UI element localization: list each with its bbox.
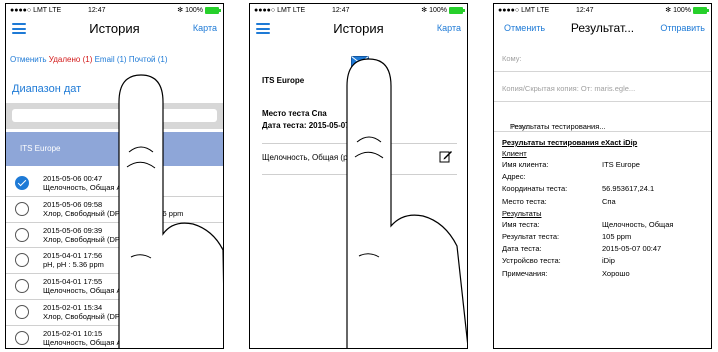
cc-field[interactable]: Копия/Скрытая копия: От: maris.egle... (494, 76, 711, 102)
radio-icon[interactable] (15, 201, 29, 216)
radio-icon[interactable] (15, 227, 29, 242)
status-bar: ●●●●○ LMT LTE 12:47 ✻ 100% (494, 4, 711, 18)
search-input[interactable] (12, 109, 217, 122)
page-title: История (89, 21, 140, 36)
battery-icon (693, 6, 709, 14)
to-placeholder: Кому: (502, 54, 522, 63)
item-date: 2015-05-06 00:47 (43, 174, 103, 183)
battery-icon (449, 6, 465, 14)
radio-icon[interactable] (15, 330, 29, 345)
battery-status: ✻ 100% (177, 6, 221, 14)
cc-placeholder: Копия/Скрытая копия: От: maris.egle... (502, 84, 636, 93)
email-filter[interactable]: Email (1) (95, 55, 127, 64)
battery-percent: 100% (185, 6, 203, 14)
report-row: Координаты теста: 56.953617,24.1 (502, 184, 655, 194)
subject-value: Результаты тестирования... (510, 122, 606, 131)
report-row: Имя клиента: ITS Europe (502, 160, 640, 169)
bluetooth-icon: ✻ (665, 7, 672, 14)
report-row: Результат теста: 105 ppm (502, 231, 632, 241)
test-name: Щелочность, Общая (ppm) (262, 153, 362, 162)
battery-percent: 100% (429, 6, 447, 14)
report-row: Устройсво теста: iDip (502, 256, 615, 266)
item-desc: Хлор, Свободный (DPD-1) CL : 0.60 ppm (43, 311, 184, 321)
list-item[interactable]: 2015-02-01 15:34 Хлор, Свободный (DPD-1)… (6, 300, 223, 326)
mail-filter[interactable]: Почтой (1) (129, 55, 168, 64)
item-desc: Хлор, Свободный (DPD-1) CL : 0.51 ppm (43, 234, 184, 244)
carrier-label: ●●●●○ LMT LTE (254, 7, 306, 14)
item-desc: Щелочность, Общая AL : 105 ppm (43, 183, 161, 192)
item-date: 2015-05-06 09:39 (43, 225, 103, 235)
bluetooth-icon: ✻ (177, 7, 184, 14)
battery-status: ✻ 100% (665, 6, 709, 14)
nav-bar: История Карта (6, 18, 223, 40)
item-desc: pH, pH : 5.36 ppm (43, 260, 104, 270)
carrier-label: ●●●●○ LMT LTE (498, 7, 550, 14)
test-place: Место теста Спа (262, 109, 327, 118)
subject-field[interactable]: Тема: Результаты тестирования... (494, 106, 711, 132)
history-list: 2015-05-06 00:47 Щелочность, Общая AL : … (6, 171, 223, 348)
battery-icon (205, 6, 221, 14)
battery-percent: 100% (673, 6, 691, 14)
tap-finger-icon (346, 58, 467, 348)
battery-status: ✻ 100% (421, 6, 465, 14)
date-range-button[interactable]: Диапазон дат (12, 83, 81, 95)
edit-icon[interactable] (439, 149, 453, 163)
email-compose-screen: ●●●●○ LMT LTE 12:47 ✻ 100% Отменить Резу… (493, 3, 712, 349)
item-desc: Щелочность, Общая AL : 63 ppm (43, 337, 157, 347)
history-screen: ●●●●○ LMT LTE 12:47 ✻ 100% История Карта… (5, 3, 224, 349)
status-bar: ●●●●○ LMT LTE 12:47 ✻ 100% (6, 4, 223, 18)
item-date: 2015-04-01 17:56 (43, 251, 103, 261)
email-body[interactable]: Результаты тестирования eXact iDip Клиен… (502, 138, 708, 280)
list-item[interactable]: 2015-05-06 09:39 Хлор, Свободный (DPD-1)… (6, 223, 223, 249)
divider (262, 174, 457, 175)
list-item[interactable]: 2015-04-01 17:56 pH, pH : 5.36 ppm (6, 248, 223, 275)
radio-checked-icon[interactable] (15, 176, 29, 190)
report-row: Место теста: Спа (502, 196, 616, 206)
list-item[interactable]: 2015-02-01 10:15 Щелочность, Общая AL : … (6, 326, 223, 348)
page-title: История (333, 21, 384, 36)
report-row: Адрес: (502, 172, 526, 182)
report-title: Результаты тестирования eXact iDip (502, 138, 638, 147)
map-button[interactable]: Карта (193, 23, 217, 33)
item-desc: Хлор, Свободный (DPD-1) CL : 5.36 ppm (43, 208, 184, 218)
results-section-heading: Результаты (502, 208, 542, 218)
client-name: ITS Europe (262, 76, 305, 85)
carrier-label: ●●●●○ LMT LTE (10, 7, 62, 14)
item-desc: Щелочность, Общая AL : 0 ppm (43, 286, 153, 296)
email-icon[interactable] (351, 56, 369, 68)
filter-bar: Отменить Удалено (1) Email (1) Почтой (1… (10, 55, 168, 64)
list-item[interactable]: 2015-05-06 00:47 Щелочность, Общая AL : … (6, 171, 223, 197)
clock: 12:47 (576, 7, 594, 14)
item-date: 2015-02-01 15:34 (43, 302, 103, 312)
to-field[interactable]: Кому: (494, 46, 711, 72)
deleted-filter[interactable]: Удалено (1) (49, 55, 93, 64)
group-label: ITS Europe (20, 144, 61, 153)
test-date: Дата теста: 2015-05-07 (262, 121, 350, 130)
radio-icon[interactable] (15, 304, 29, 319)
item-date: 2015-05-06 09:58 (43, 199, 103, 209)
report-row: Примечания: Хорошо (502, 268, 630, 278)
radio-icon[interactable] (15, 253, 29, 268)
cancel-filter-button[interactable]: Отменить (10, 55, 47, 64)
nav-bar: Отменить Результат... Отправить (494, 18, 711, 40)
send-button[interactable]: Отправить (660, 23, 705, 33)
status-bar: ●●●●○ LMT LTE 12:47 ✻ 100% (250, 4, 467, 18)
report-row: Имя теста: Щелочность, Общая (502, 219, 674, 229)
report-row: Дата теста: 2015-05-07 00:47 (502, 244, 662, 254)
client-section-heading: Клиент (502, 149, 527, 158)
nav-bar: История Карта (250, 18, 467, 40)
search-bar (6, 103, 223, 129)
map-button[interactable]: Карта (437, 23, 461, 33)
divider (262, 143, 457, 144)
item-date: 2015-02-01 10:15 (43, 328, 103, 338)
clock: 12:47 (332, 7, 350, 14)
radio-icon[interactable] (15, 279, 29, 294)
item-date: 2015-04-01 17:55 (43, 277, 103, 287)
clock: 12:47 (88, 7, 106, 14)
history-detail-screen: ●●●●○ LMT LTE 12:47 ✻ 100% История Карта… (249, 3, 468, 349)
list-item[interactable]: 2015-05-06 09:58 Хлор, Свободный (DPD-1)… (6, 197, 223, 223)
group-header[interactable]: ITS Europe (6, 132, 223, 166)
bluetooth-icon: ✻ (421, 7, 428, 14)
list-item[interactable]: 2015-04-01 17:55 Щелочность, Общая AL : … (6, 274, 223, 300)
